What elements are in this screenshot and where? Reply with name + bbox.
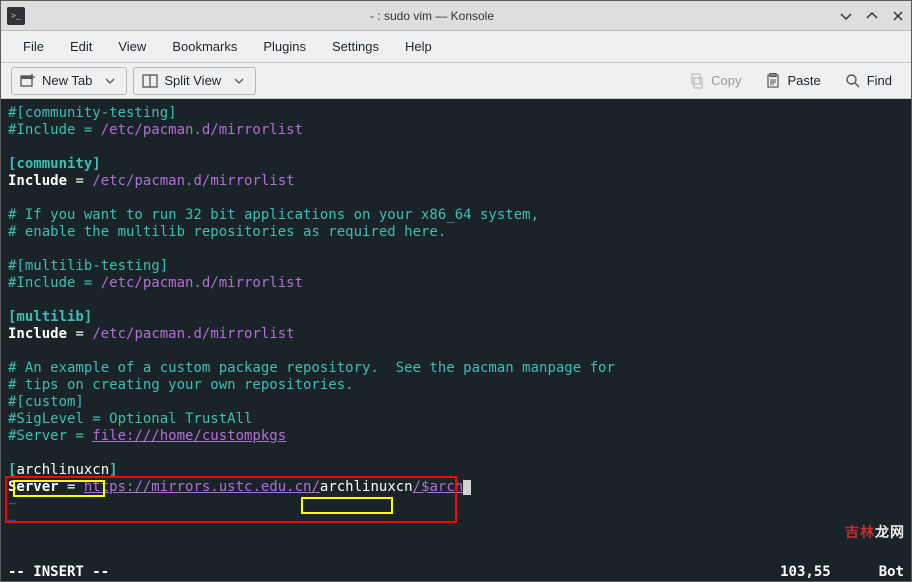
close-button[interactable] [891,9,905,23]
find-button[interactable]: Find [836,67,901,95]
menu-bookmarks[interactable]: Bookmarks [160,33,249,60]
vim-cursor-position: 103,55 [780,564,831,580]
split-view-icon [142,73,158,89]
split-view-label: Split View [164,73,221,88]
app-icon [7,7,25,25]
terminal-viewport[interactable]: #[community-testing] #Include = /etc/pac… [1,99,911,563]
menu-file[interactable]: File [11,33,56,60]
menu-settings[interactable]: Settings [320,33,391,60]
paste-label: Paste [787,73,820,88]
copy-label: Copy [711,73,741,88]
copy-icon [689,73,705,89]
find-label: Find [867,73,892,88]
menu-edit[interactable]: Edit [58,33,104,60]
text-cursor [463,480,471,495]
vim-statusline: -- INSERT -- 103,55 Bot [1,563,911,581]
window-controls [839,9,905,23]
menu-plugins[interactable]: Plugins [251,33,318,60]
chevron-down-icon [231,73,247,89]
titlebar: - : sudo vim — Konsole [1,1,911,31]
chevron-down-icon [102,73,118,89]
menu-view[interactable]: View [106,33,158,60]
toolbar: New Tab Split View Copy [1,63,911,99]
konsole-window: - : sudo vim — Konsole File Edit View Bo… [0,0,912,582]
split-view-button[interactable]: Split View [133,67,256,95]
paste-icon [765,73,781,89]
window-title: - : sudo vim — Konsole [25,9,839,23]
menu-help[interactable]: Help [393,33,444,60]
vim-scroll-position: Bot [879,564,904,580]
watermark: 吉林龙网 [845,524,905,541]
new-tab-icon [20,73,36,89]
paste-button[interactable]: Paste [756,67,829,95]
find-icon [845,73,861,89]
copy-button: Copy [680,67,750,95]
vim-mode: -- INSERT -- [8,564,109,580]
new-tab-button[interactable]: New Tab [11,67,127,95]
terminal-content: #[community-testing] #Include = /etc/pac… [8,105,904,530]
new-tab-label: New Tab [42,73,92,88]
maximize-button[interactable] [865,9,879,23]
minimize-button[interactable] [839,9,853,23]
menubar: File Edit View Bookmarks Plugins Setting… [1,31,911,63]
